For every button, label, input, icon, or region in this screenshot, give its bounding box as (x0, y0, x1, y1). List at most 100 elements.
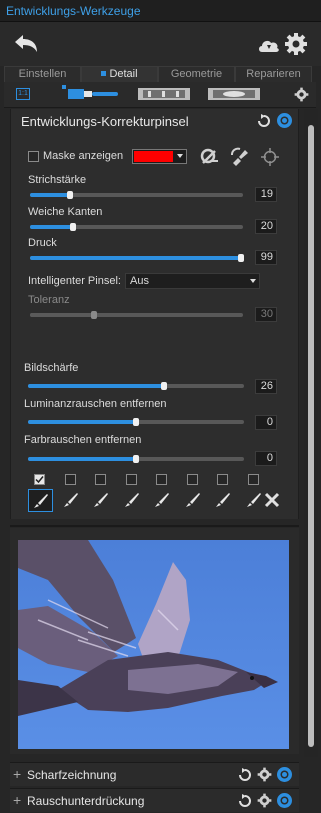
section-sharpening[interactable]: + Scharfzeichnung (10, 762, 299, 786)
slider-fill (30, 256, 241, 260)
smart-brush-select[interactable]: Aus (125, 273, 260, 289)
brush-preset-checkbox[interactable] (95, 474, 106, 485)
feather-slider[interactable] (30, 223, 243, 231)
scrollbar[interactable] (304, 109, 318, 757)
brush-preset-checkbox[interactable] (186, 474, 198, 485)
panel-title: Entwicklungs-Korrekturpinsel (21, 114, 189, 129)
luminance-noise-label: Luminanzrauschen entfernen (24, 398, 167, 410)
preview-panel (10, 528, 299, 754)
settings-gear-icon[interactable] (284, 32, 308, 56)
slider-knob[interactable] (133, 418, 139, 426)
eraser-icon[interactable] (199, 147, 219, 167)
brush-preset-icon[interactable] (211, 489, 236, 512)
pressure-slider[interactable] (30, 254, 244, 262)
brush-preset-checkbox[interactable] (217, 474, 228, 485)
stroke-width-slider[interactable] (30, 191, 243, 199)
top-toolbar (0, 22, 321, 66)
brush-preset-checkbox[interactable] (34, 474, 45, 485)
slider-fill (28, 420, 136, 424)
bird-preview-image (18, 540, 289, 749)
gradient-filter-icon[interactable] (138, 88, 190, 100)
slider-fill (30, 193, 71, 197)
slider-fill (30, 225, 73, 229)
target-crosshair-icon[interactable] (261, 148, 279, 166)
sharpness-value[interactable]: 26 (255, 379, 277, 394)
tab-geometrie[interactable]: Geometrie (158, 66, 235, 82)
sharpness-label: Bildschärfe (24, 362, 79, 374)
brush-invert-icon[interactable] (230, 147, 250, 167)
slider-knob[interactable] (67, 191, 74, 199)
brush-preset-icon[interactable] (89, 489, 114, 512)
radial-filter-icon[interactable] (208, 88, 260, 100)
gear-icon[interactable] (257, 793, 272, 808)
slider-fill (28, 457, 136, 461)
tab-detail[interactable]: Detail (81, 66, 158, 82)
tolerance-value: 30 (255, 307, 277, 322)
stroke-width-value[interactable]: 19 (255, 187, 277, 202)
chevron-down-icon (177, 154, 183, 158)
divider (10, 525, 299, 527)
expand-plus-icon[interactable]: + (13, 792, 21, 808)
color-noise-value[interactable]: 0 (255, 451, 277, 466)
mask-checkbox[interactable] (28, 151, 39, 162)
cloud-sync-icon[interactable] (257, 34, 281, 56)
panel-toggle-icon[interactable] (276, 766, 293, 783)
brush-preset-checkbox[interactable] (64, 474, 76, 485)
zoom-1-1-icon[interactable]: 1:1 (16, 88, 30, 100)
smart-brush-value: Aus (130, 275, 149, 287)
active-indicator (62, 85, 66, 89)
mask-color-picker[interactable] (132, 149, 187, 164)
pressure-label: Druck (28, 237, 57, 249)
brush-tool-icon[interactable] (68, 87, 120, 101)
mask-label: Maske anzeigen (43, 150, 124, 162)
panel-toggle-icon[interactable] (276, 112, 293, 129)
reset-icon[interactable] (238, 768, 252, 782)
slider-knob[interactable] (237, 254, 244, 262)
brush-preset-icon[interactable] (28, 489, 53, 512)
reset-icon[interactable] (257, 114, 271, 128)
brush-preset-checkbox[interactable] (156, 474, 167, 485)
brush-preset-icon[interactable] (120, 489, 145, 512)
brush-preset-icon[interactable] (181, 489, 206, 512)
chevron-down-icon (250, 279, 256, 283)
section-sharpening-label: Scharfzeichnung (27, 768, 117, 782)
luminance-noise-value[interactable]: 0 (255, 415, 277, 430)
brush-preset-icon[interactable] (150, 489, 175, 512)
reset-icon[interactable] (238, 794, 252, 808)
tab-einstellen[interactable]: Einstellen (4, 66, 81, 82)
mask-color-swatch (134, 151, 173, 162)
window-title: Entwicklungs-Werkzeuge (6, 4, 141, 18)
feather-label: Weiche Kanten (28, 206, 103, 218)
slider-fill (28, 384, 165, 388)
color-noise-label: Farbrauschen entfernen (24, 434, 142, 446)
gear-icon[interactable] (257, 767, 272, 782)
luminance-noise-slider[interactable] (28, 418, 244, 426)
title-bar: Entwicklungs-Werkzeuge (0, 0, 321, 22)
tolerance-slider (30, 311, 243, 319)
scrollbar-thumb[interactable] (308, 125, 314, 747)
delete-brush-icon[interactable] (263, 491, 288, 514)
slider-fill (30, 313, 94, 317)
color-noise-slider[interactable] (28, 455, 244, 463)
slider-knob[interactable] (69, 223, 76, 231)
slider-knob[interactable] (133, 455, 139, 463)
tab-reparieren[interactable]: Reparieren (235, 66, 312, 82)
brush-preset-icon[interactable] (59, 489, 84, 512)
section-noise-reduction[interactable]: + Rauschunterdrückung (10, 788, 299, 812)
feather-value[interactable]: 20 (255, 219, 277, 234)
smart-brush-label: Intelligenter Pinsel: (28, 275, 121, 287)
tab-bar: Einstellen Detail Geometrie Reparieren (4, 66, 312, 82)
slider-knob (90, 311, 97, 319)
expand-plus-icon[interactable]: + (13, 766, 21, 782)
pressure-value[interactable]: 99 (255, 250, 277, 265)
stroke-width-label: Strichstärke (28, 174, 87, 186)
correction-brush-panel: Entwicklungs-Korrekturpinsel Maske anzei… (10, 109, 299, 519)
slider-knob[interactable] (161, 382, 168, 390)
brush-preset-checkbox[interactable] (247, 474, 259, 485)
sharpness-slider[interactable] (28, 382, 244, 390)
brush-preset-checkbox[interactable] (125, 474, 137, 485)
undo-icon[interactable] (12, 32, 40, 56)
tolerance-label: Toleranz (28, 294, 70, 306)
panel-toggle-icon[interactable] (276, 792, 293, 809)
subtab-settings-icon[interactable] (294, 87, 309, 102)
